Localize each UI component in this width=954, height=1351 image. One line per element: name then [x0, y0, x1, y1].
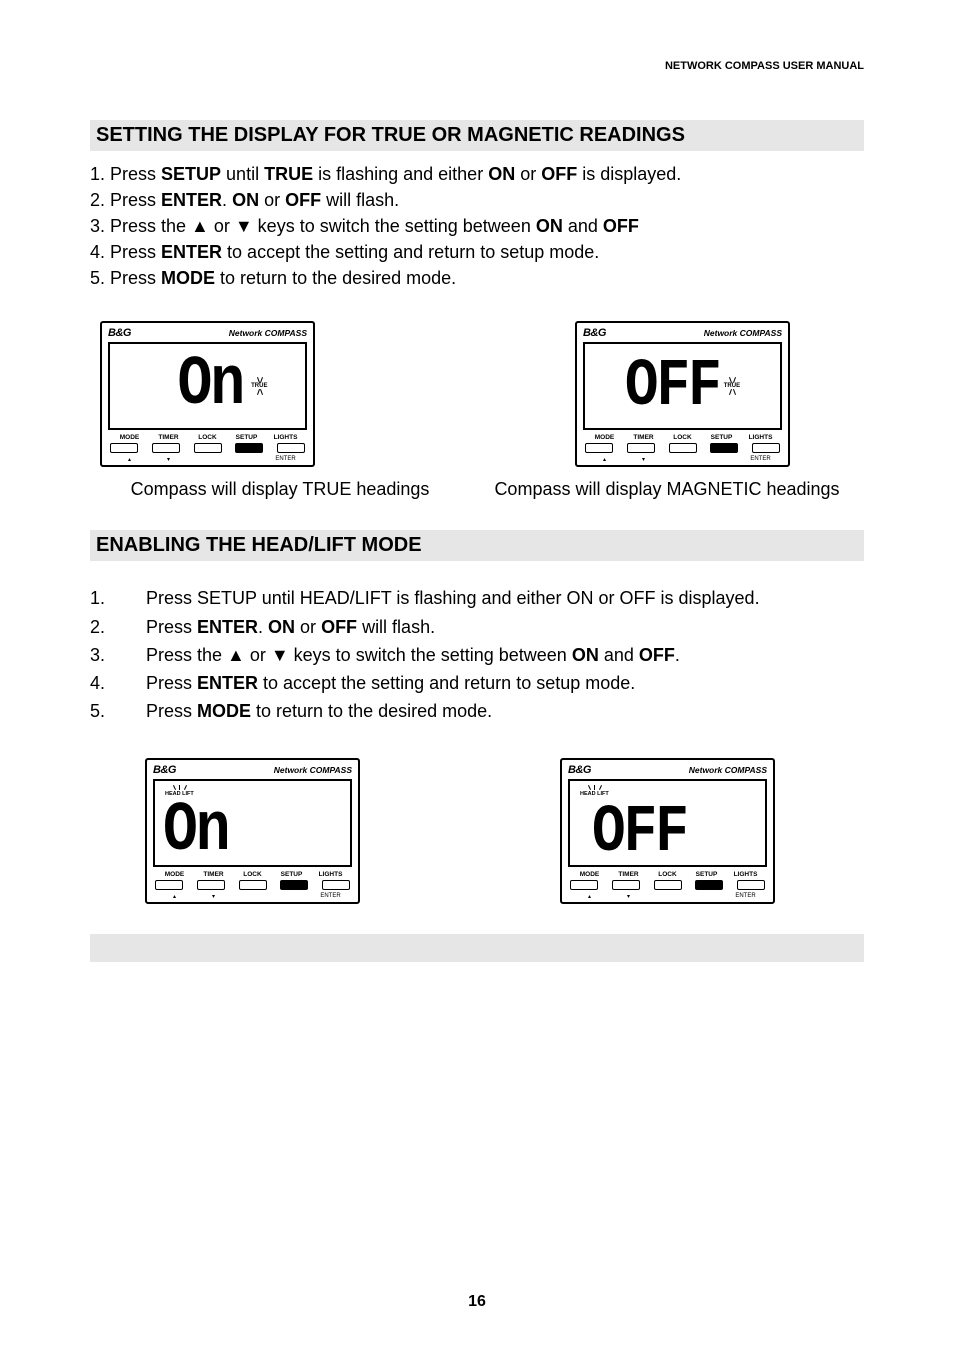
btn-label-lights: LIGHTS — [266, 434, 305, 441]
btn-label-lock: LOCK — [648, 871, 687, 878]
btn-label-setup: SETUP — [272, 871, 311, 878]
device-brand: B&G — [568, 764, 591, 776]
display-value: On — [163, 797, 229, 867]
caption-true: Compass will display TRUE headings — [90, 479, 470, 500]
device-model: Network COMPASS — [229, 328, 307, 338]
section-1-steps: 1. Press SETUP until TRUE is flashing an… — [90, 161, 864, 291]
device-brand: B&G — [153, 764, 176, 776]
btn-label-lock: LOCK — [233, 871, 272, 878]
lights-button[interactable] — [752, 443, 780, 453]
timer-button[interactable] — [197, 880, 225, 890]
device-screen: OFF TRUE — [583, 342, 782, 430]
device-figure-off-true: B&G Network COMPASS OFF TRUE MODE TIMER … — [575, 321, 790, 467]
enter-label: ENTER — [266, 456, 305, 463]
btn-label-mode: MODE — [570, 871, 609, 878]
device-model: Network COMPASS — [274, 765, 352, 775]
setup-button[interactable] — [235, 443, 263, 453]
figure-row-1: B&G Network COMPASS On TRUE MODE TIMER L… — [90, 321, 864, 467]
up-arrow-label: ▴ — [155, 893, 194, 900]
lock-button[interactable] — [654, 880, 682, 890]
timer-button[interactable] — [627, 443, 655, 453]
btn-label-lights: LIGHTS — [726, 871, 765, 878]
section-2-heading: ENABLING THE HEAD/LIFT MODE — [90, 530, 864, 561]
device-screen: HEAD LIFT On — [153, 779, 352, 867]
empty-section-bar — [90, 934, 864, 962]
mode-button[interactable] — [110, 443, 138, 453]
up-arrow-label: ▴ — [570, 893, 609, 900]
btn-label-mode: MODE — [585, 434, 624, 441]
timer-button[interactable] — [152, 443, 180, 453]
enter-label: ENTER — [311, 893, 350, 900]
page-number: 16 — [468, 1293, 486, 1311]
btn-label-lights: LIGHTS — [741, 434, 780, 441]
step-3: 3. Press the ▲ or ▼ keys to switch the s… — [90, 213, 864, 239]
enter-label: ENTER — [726, 893, 765, 900]
device-brand: B&G — [108, 327, 131, 339]
figure-row-2: B&G Network COMPASS HEAD LIFT On MODE TI… — [90, 758, 864, 904]
step-3: 3. Press the ▲ or ▼ keys to switch the s… — [90, 642, 864, 668]
device-figure-on-headlift: B&G Network COMPASS HEAD LIFT On MODE TI… — [145, 758, 360, 904]
setup-button[interactable] — [280, 880, 308, 890]
step-5: 5. Press MODE to return to the desired m… — [90, 698, 864, 724]
btn-label-mode: MODE — [110, 434, 149, 441]
lights-button[interactable] — [277, 443, 305, 453]
section-1-heading: SETTING THE DISPLAY FOR TRUE OR MAGNETIC… — [90, 120, 864, 151]
btn-label-timer: TIMER — [149, 434, 188, 441]
btn-label-setup: SETUP — [687, 871, 726, 878]
device-brand: B&G — [583, 327, 606, 339]
caption-magnetic: Compass will display MAGNETIC headings — [470, 479, 864, 500]
down-arrow-label: ▾ — [624, 456, 663, 463]
step-1: 1. Press SETUP until TRUE is flashing an… — [90, 161, 864, 187]
step-5: 5. Press MODE to return to the desired m… — [90, 265, 864, 291]
display-value: OFF — [625, 353, 720, 420]
true-indicator: TRUE — [251, 377, 267, 395]
lights-button[interactable] — [322, 880, 350, 890]
step-2: 2. Press ENTER. ON or OFF will flash. — [90, 187, 864, 213]
btn-label-timer: TIMER — [624, 434, 663, 441]
btn-label-mode: MODE — [155, 871, 194, 878]
lights-button[interactable] — [737, 880, 765, 890]
enter-label: ENTER — [741, 456, 780, 463]
device-figure-off-headlift: B&G Network COMPASS HEAD LIFT OFF MODE T… — [560, 758, 775, 904]
device-figure-on-true: B&G Network COMPASS On TRUE MODE TIMER L… — [100, 321, 315, 467]
page-header-text: NETWORK COMPASS USER MANUAL — [665, 60, 864, 72]
btn-label-lock: LOCK — [188, 434, 227, 441]
mode-button[interactable] — [155, 880, 183, 890]
step-4: 4. Press ENTER to accept the setting and… — [90, 239, 864, 265]
up-arrow-label: ▴ — [110, 456, 149, 463]
btn-label-lights: LIGHTS — [311, 871, 350, 878]
mode-button[interactable] — [585, 443, 613, 453]
lock-button[interactable] — [194, 443, 222, 453]
lock-button[interactable] — [669, 443, 697, 453]
setup-button[interactable] — [695, 880, 723, 890]
device-model: Network COMPASS — [689, 765, 767, 775]
down-arrow-label: ▾ — [149, 456, 188, 463]
device-screen: On TRUE — [108, 342, 307, 430]
display-value: On — [178, 352, 244, 422]
setup-button[interactable] — [710, 443, 738, 453]
device-screen: HEAD LIFT OFF — [568, 779, 767, 867]
display-value: OFF — [592, 798, 687, 865]
btn-label-setup: SETUP — [702, 434, 741, 441]
step-2: 2. Press ENTER. ON or OFF will flash. — [90, 614, 864, 640]
btn-label-timer: TIMER — [194, 871, 233, 878]
btn-label-setup: SETUP — [227, 434, 266, 441]
down-arrow-label: ▾ — [194, 893, 233, 900]
step-4: 4. Press ENTER to accept the setting and… — [90, 670, 864, 696]
lock-button[interactable] — [239, 880, 267, 890]
step-1: 1. Press SETUP until HEAD/LIFT is flashi… — [90, 585, 864, 611]
timer-button[interactable] — [612, 880, 640, 890]
device-model: Network COMPASS — [704, 328, 782, 338]
mode-button[interactable] — [570, 880, 598, 890]
section-2-steps: 1. Press SETUP until HEAD/LIFT is flashi… — [90, 585, 864, 723]
down-arrow-label: ▾ — [609, 893, 648, 900]
true-indicator: TRUE — [724, 377, 740, 395]
btn-label-lock: LOCK — [663, 434, 702, 441]
up-arrow-label: ▴ — [585, 456, 624, 463]
figure-1-captions: Compass will display TRUE headings Compa… — [90, 479, 864, 500]
btn-label-timer: TIMER — [609, 871, 648, 878]
